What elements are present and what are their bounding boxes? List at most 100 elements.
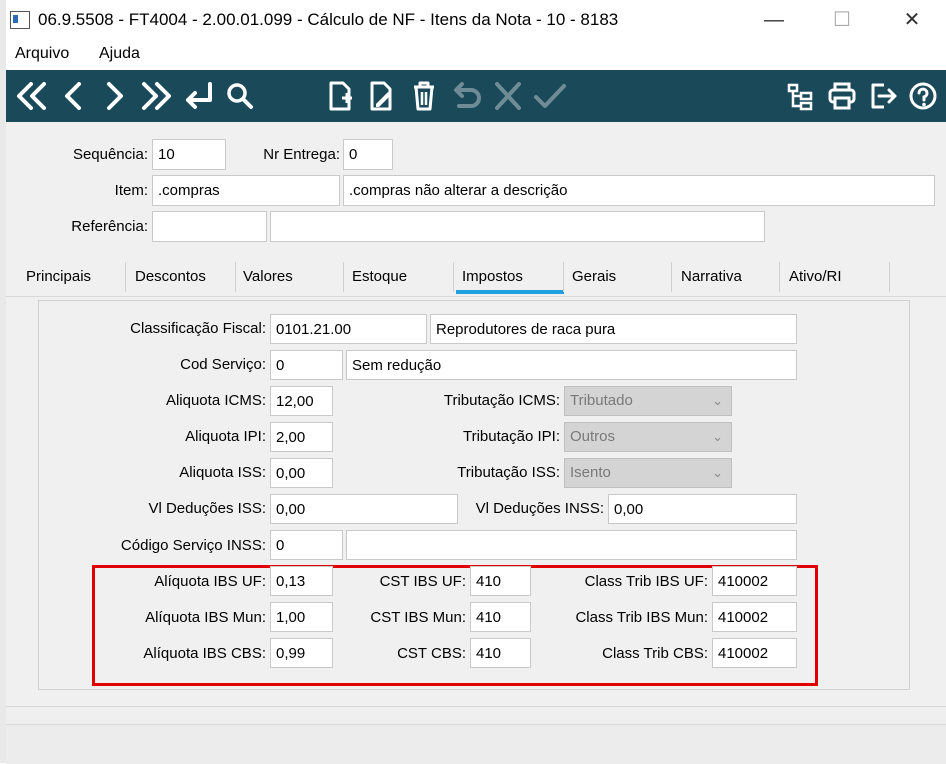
- aliquota-ibs-cbs-field[interactable]: 0,99: [270, 638, 333, 668]
- aliquota-iss-label: Aliquota ISS:: [179, 464, 266, 481]
- tributacao-icms-select[interactable]: Tributado ⌄: [564, 386, 732, 416]
- aliquota-ibs-mun-label: Alíquota IBS Mun:: [145, 609, 266, 626]
- cst-ibs-mun-label: CST IBS Mun:: [370, 609, 466, 626]
- aliquota-iss-field[interactable]: 0,00: [270, 458, 333, 488]
- tab-separator: [125, 262, 126, 292]
- edit-document-icon[interactable]: [362, 76, 400, 116]
- tab-separator: [889, 262, 890, 292]
- confirm-icon[interactable]: [531, 76, 569, 116]
- maximize-button[interactable]: ☐: [820, 6, 864, 34]
- tab-separator: [343, 262, 344, 292]
- cst-cbs-field[interactable]: 410: [470, 638, 531, 668]
- exit-icon[interactable]: [864, 76, 902, 116]
- window-title: 06.9.5508 - FT4004 - 2.00.01.099 - Cálcu…: [38, 10, 619, 29]
- item-description-field[interactable]: .compras não alterar a descrição: [343, 175, 935, 206]
- help-icon[interactable]: [904, 76, 942, 116]
- aliquota-ibs-uf-field[interactable]: 0,13: [270, 566, 333, 596]
- previous-record-icon[interactable]: [55, 76, 93, 116]
- class-trib-ibs-mun-field[interactable]: 410002: [712, 602, 797, 632]
- class-trib-ibs-uf-label: Class Trib IBS UF:: [584, 573, 708, 590]
- active-tab-indicator: [456, 290, 564, 294]
- tab-ativo-ri[interactable]: Ativo/RI: [789, 268, 842, 285]
- classificacao-fiscal-description-field[interactable]: Reprodutores de raca pura: [430, 314, 797, 344]
- item-code-field[interactable]: .compras: [152, 175, 340, 206]
- tributacao-iss-value: Isento: [570, 464, 611, 481]
- cancel-icon[interactable]: [489, 76, 527, 116]
- cst-ibs-uf-label: CST IBS UF:: [379, 573, 466, 590]
- tab-separator: [563, 262, 564, 292]
- return-icon[interactable]: [180, 76, 218, 116]
- tributacao-icms-value: Tributado: [570, 392, 633, 409]
- cod-servico-label: Cod Serviço:: [180, 356, 266, 373]
- vl-deducoes-iss-field[interactable]: 0,00: [270, 494, 458, 524]
- tab-narrativa[interactable]: Narrativa: [681, 268, 742, 285]
- aliquota-ipi-field[interactable]: 2,00: [270, 422, 333, 452]
- chevron-down-icon: ⌄: [712, 429, 723, 444]
- status-bar-upper: [6, 706, 946, 725]
- print-icon[interactable]: [823, 76, 861, 116]
- new-document-icon[interactable]: [321, 76, 359, 116]
- class-trib-ibs-uf-field[interactable]: 410002: [712, 566, 797, 596]
- tributacao-ipi-label: Tributação IPI:: [463, 428, 560, 445]
- tree-icon[interactable]: [781, 76, 819, 116]
- tab-principais[interactable]: Principais: [26, 268, 91, 285]
- referencia-label: Referência:: [71, 218, 148, 235]
- tributacao-ipi-select[interactable]: Outros ⌄: [564, 422, 732, 452]
- aliquota-ibs-mun-field[interactable]: 1,00: [270, 602, 333, 632]
- last-record-icon[interactable]: [137, 76, 175, 116]
- codigo-servico-inss-description-field[interactable]: [346, 530, 797, 560]
- tab-descontos[interactable]: Descontos: [135, 268, 206, 285]
- codigo-servico-inss-code-field[interactable]: 0: [270, 530, 343, 560]
- tributacao-iss-label: Tributação ISS:: [457, 464, 560, 481]
- menu-bar: [6, 40, 946, 70]
- cst-cbs-label: CST CBS:: [397, 645, 466, 662]
- referencia-description-field[interactable]: [270, 211, 765, 242]
- tab-gerais[interactable]: Gerais: [572, 268, 616, 285]
- vl-deducoes-iss-label: Vl Deduções ISS:: [148, 500, 266, 517]
- close-button[interactable]: ✕: [890, 6, 934, 34]
- delete-icon[interactable]: [405, 76, 443, 116]
- vl-deducoes-inss-label: Vl Deduções INSS:: [475, 500, 604, 517]
- sequencia-field[interactable]: 10: [152, 139, 226, 170]
- aliquota-icms-label: Aliquota ICMS:: [165, 392, 266, 409]
- app-icon: [10, 11, 30, 29]
- cod-servico-code-field[interactable]: 0: [270, 350, 343, 380]
- tab-separator: [671, 262, 672, 292]
- tab-impostos[interactable]: Impostos: [462, 268, 523, 285]
- nr-entrega-field[interactable]: 0: [343, 139, 393, 170]
- aliquota-ibs-cbs-label: Alíquota IBS CBS:: [143, 645, 266, 662]
- menu-ajuda[interactable]: Ajuda: [99, 45, 140, 63]
- minimize-button[interactable]: —: [752, 6, 796, 34]
- tributacao-ipi-value: Outros: [570, 428, 616, 445]
- search-icon[interactable]: [221, 76, 259, 116]
- sequencia-label: Sequência:: [72, 146, 148, 163]
- aliquota-ibs-uf-label: Alíquota IBS UF:: [154, 573, 266, 590]
- undo-icon[interactable]: [447, 76, 485, 116]
- tab-separator: [453, 262, 454, 292]
- tab-valores[interactable]: Valores: [243, 268, 293, 285]
- menu-arquivo[interactable]: Arquivo: [15, 45, 69, 63]
- tab-estoque[interactable]: Estoque: [352, 268, 407, 285]
- classificacao-fiscal-code-field[interactable]: 0101.21.00: [270, 314, 427, 344]
- vl-deducoes-inss-field[interactable]: 0,00: [608, 494, 797, 524]
- codigo-servico-inss-label: Código Serviço INSS:: [120, 537, 266, 554]
- aliquota-icms-field[interactable]: 12,00: [270, 386, 333, 416]
- nr-entrega-label: Nr Entrega:: [263, 146, 340, 163]
- status-bar: [6, 724, 946, 764]
- item-label: Item:: [114, 182, 148, 199]
- cod-servico-description-field[interactable]: Sem redução: [346, 350, 797, 380]
- chevron-down-icon: ⌄: [712, 393, 723, 408]
- tab-strip-line: [6, 296, 946, 297]
- chevron-down-icon: ⌄: [712, 465, 723, 480]
- cst-ibs-uf-field[interactable]: 410: [470, 566, 531, 596]
- first-record-icon[interactable]: [13, 76, 51, 116]
- class-trib-cbs-label: Class Trib CBS:: [602, 645, 708, 662]
- tributacao-icms-label: Tributação ICMS:: [443, 392, 560, 409]
- aliquota-ipi-label: Aliquota IPI:: [185, 428, 266, 445]
- classificacao-fiscal-label: Classificação Fiscal:: [130, 320, 266, 337]
- referencia-code-field[interactable]: [152, 211, 267, 242]
- class-trib-cbs-field[interactable]: 410002: [712, 638, 797, 668]
- tributacao-iss-select[interactable]: Isento ⌄: [564, 458, 732, 488]
- next-record-icon[interactable]: [95, 76, 133, 116]
- cst-ibs-mun-field[interactable]: 410: [470, 602, 531, 632]
